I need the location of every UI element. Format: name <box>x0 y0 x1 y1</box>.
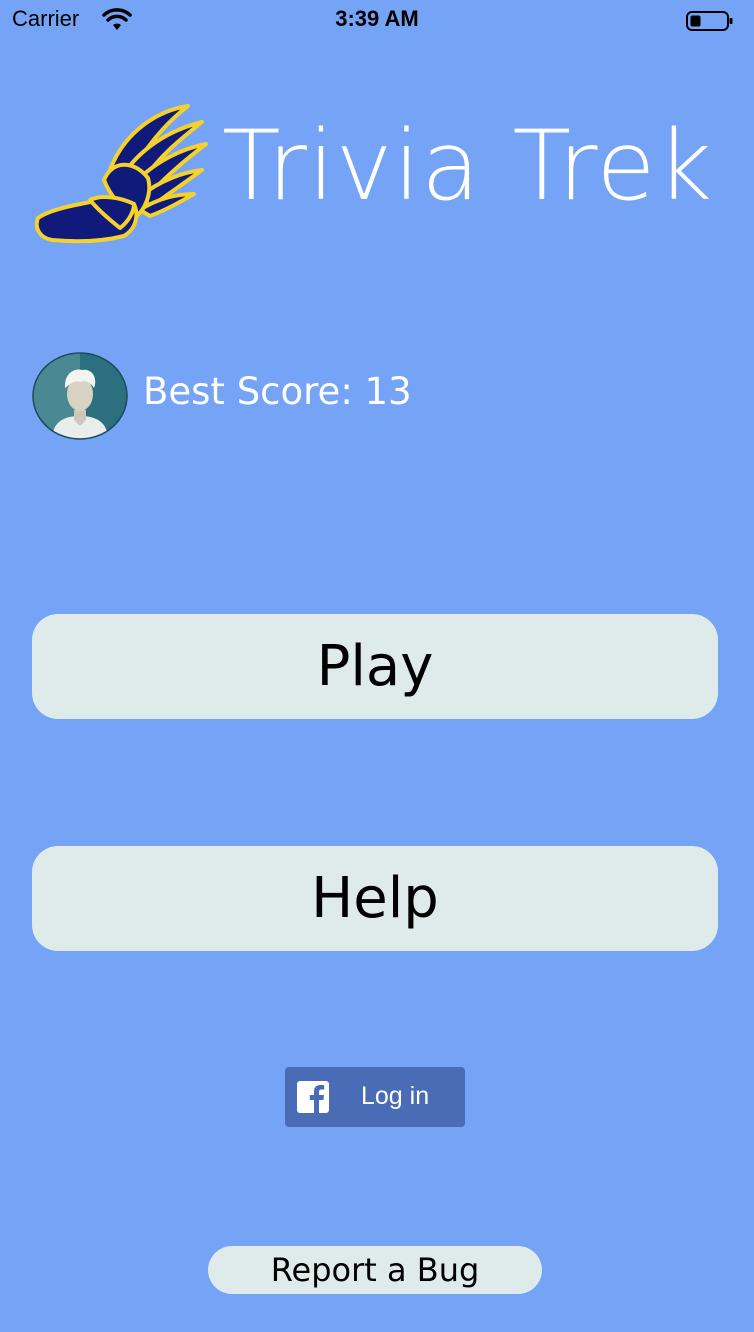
report-bug-button[interactable]: Report a Bug <box>208 1246 542 1294</box>
facebook-icon <box>297 1081 329 1113</box>
battery-icon <box>686 11 733 31</box>
status-time: 3:39 AM <box>335 6 419 31</box>
help-button[interactable]: Help <box>32 846 718 951</box>
user-avatar-icon[interactable] <box>32 352 128 440</box>
best-score-label: Best Score: 13 <box>143 370 412 413</box>
facebook-login-label: Log in <box>361 1082 430 1110</box>
status-bar: Carrier 3:39 AM <box>0 0 754 40</box>
play-button[interactable]: Play <box>32 614 718 719</box>
facebook-login-button[interactable]: Log in <box>285 1067 465 1127</box>
winged-shoe-icon <box>34 104 208 244</box>
app-title: Trivia Trek <box>222 110 714 222</box>
